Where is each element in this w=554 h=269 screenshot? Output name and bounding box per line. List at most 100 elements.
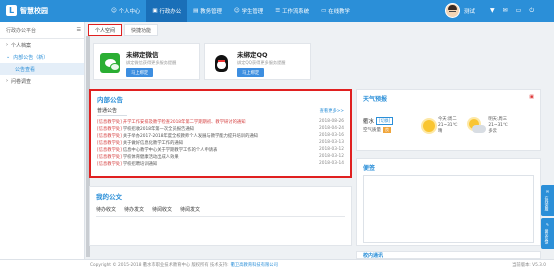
- mail-icon[interactable]: ✉: [503, 7, 508, 15]
- partly-cloudy-icon: [469, 119, 487, 133]
- announcement-link[interactable]: [信息教学处] 信息中心教学中心关于学期教学工作的个人申请表: [97, 147, 217, 153]
- more-link[interactable]: 查看更多>>: [320, 108, 344, 114]
- float-label: 在线客服: [545, 196, 550, 212]
- document-tab[interactable]: 待办发文: [124, 206, 144, 213]
- announcement-link[interactable]: [信息教学处] 开学工作安排及教学检查2018年第二学期期初、教学研讨的通知: [97, 119, 246, 125]
- nav-item-5[interactable]: ▭ 在线教学: [315, 0, 356, 22]
- chevron-right-icon: ›: [6, 78, 8, 84]
- sidebar-header: 行政办公平台 ☰: [0, 22, 84, 39]
- building-icon: ▣: [152, 8, 158, 14]
- user-name[interactable]: 测试: [464, 7, 475, 15]
- announcement-row[interactable]: [信息教学处] 学校招聘培训通知 2018-03-14: [97, 160, 344, 167]
- collapse-icon[interactable]: ☰: [77, 27, 81, 33]
- sidebar-subitem-view-announcements[interactable]: 公告查看: [0, 63, 84, 75]
- wechat-bind-button[interactable]: 马上绑定: [126, 68, 154, 77]
- feedback-icon: ✎: [545, 222, 550, 228]
- vendor-link[interactable]: 衢卫高教育科技有限公司: [231, 262, 278, 268]
- wechat-bind-card: 未绑定微信 绑定微信获得更多服务提醒 马上绑定: [93, 43, 200, 80]
- app-logo[interactable]: L 智慧校园: [6, 5, 48, 16]
- announcement-row[interactable]: [信息教学处] 信息中心教学中心关于学期教学工作的个人申请表 2018-03-12: [97, 146, 344, 153]
- qq-icon: [211, 53, 231, 73]
- sidebar-item-profile[interactable]: › 个人档案: [0, 39, 84, 51]
- air-quality-badge: 良: [383, 127, 391, 133]
- tab-quick-functions[interactable]: 快捷功能: [124, 24, 159, 36]
- sidebar-item-label: 个人档案: [11, 42, 32, 49]
- nav-item-4[interactable]: ☰ 工作流系统: [269, 0, 315, 22]
- announcements-panel: 内部公告 普通公告 查看更多>> [信息教学处] 开学工作安排及教学检查2018年…: [89, 89, 352, 178]
- sidebar-item-label: 问卷调查: [11, 78, 32, 85]
- online-service-button[interactable]: ✉ 在线客服: [541, 185, 554, 216]
- announcements-category[interactable]: 普通公告: [97, 107, 117, 114]
- book-icon: ▤: [193, 8, 199, 14]
- announcement-link[interactable]: [信息教学处] 学校招聘培训通知: [97, 161, 157, 167]
- top-bar: L 智慧校园 ☺ 个人中心 ▣ 行政办公 ▤ 教务管理 ☺ 学生管理 ☰ 工作流系统 ▭ 在线教学 测…: [0, 0, 554, 22]
- announcement-row[interactable]: [信息教学处] 开学工作安排及教学检查2018年第二学期期初、教学研讨的通知 201…: [97, 118, 344, 125]
- announcement-tag: [信息教学处]: [97, 147, 122, 153]
- announcement-tag: [信息教学处]: [97, 119, 122, 125]
- nav-item-0[interactable]: ☺ 个人中心: [105, 0, 146, 22]
- sun-icon: [423, 120, 435, 132]
- announcement-row[interactable]: [信息教学处] 关于举办2017-2018年度全校教师个人发展与教学能力提升培训的…: [97, 132, 344, 139]
- announcement-row[interactable]: [信息教学处] 学校体育健康活动出成人效果 2018-03-12: [97, 153, 344, 160]
- announcement-link[interactable]: [信息教学处] 学校招收2018年第一次全员报告通知: [97, 126, 194, 132]
- nav-item-1[interactable]: ▣ 行政办公: [146, 0, 188, 22]
- sidebar-subitem-label: 公告查看: [15, 66, 36, 73]
- announcement-link[interactable]: [信息教学处] 关于做好信息化教学工作的通知: [97, 140, 183, 146]
- document-tab[interactable]: 待阅发文: [180, 206, 200, 213]
- announcement-text: 学校体育健康活动出成人效果: [122, 154, 179, 160]
- announcements-title: 内部公告: [97, 96, 123, 104]
- user-icon: ☺: [111, 8, 117, 14]
- qq-bind-button[interactable]: 马上绑定: [237, 68, 265, 77]
- today-desc: 晴: [438, 129, 443, 134]
- floating-actions: ✉ 在线客服 ✎ 意见反馈: [541, 185, 554, 249]
- float-label: 意见反馈: [545, 229, 550, 245]
- announcement-tag: [信息教学处]: [97, 126, 122, 132]
- version-label: 当前版本: V5.3.0: [512, 262, 546, 268]
- announcement-date: 2018-03-12: [319, 147, 344, 152]
- document-tab[interactable]: 待阅收文: [152, 206, 172, 213]
- announcement-text: 学校招收2018年第一次全员报告通知: [122, 126, 194, 132]
- qq-bind-hint: 绑定QQ获得更多服务提醒: [237, 60, 286, 65]
- user-menu[interactable]: 测试: [445, 3, 475, 18]
- monitor-icon: ▭: [321, 8, 327, 14]
- tab-personal-space[interactable]: 个人空间: [88, 24, 123, 36]
- delete-icon[interactable]: ▣: [529, 94, 534, 103]
- announcement-date: 2018-03-14: [319, 161, 344, 166]
- sidebar-item-announcements[interactable]: ⌄ 内部公告（新）: [0, 51, 84, 63]
- wechat-bind-title: 未绑定微信: [126, 51, 159, 59]
- monitor-icon[interactable]: ▭: [516, 7, 522, 15]
- documents-tabs: 待办收文 待办发文 待阅收文 待阅发文: [96, 206, 345, 217]
- announcement-text: 开学工作安排及教学检查2018年第二学期期初、教学研讨的通知: [122, 119, 246, 125]
- weather-panel: 天气预报 ▣ 衢水 [切换] 空气质量 良 今天:周二 21~31℃ 晴 明天:…: [356, 89, 541, 151]
- announcement-date: 2018-03-16: [319, 133, 344, 138]
- announcement-text: 关于举办2017-2018年度全校教师个人发展与教学能力提升培训的通知: [122, 133, 258, 139]
- announcements-list: [信息教学处] 开学工作安排及教学检查2018年第二学期期初、教学研讨的通知 201…: [97, 118, 344, 167]
- bell-icon[interactable]: ▼: [490, 7, 495, 15]
- notes-textarea[interactable]: [363, 175, 534, 243]
- announcement-text: 关于做好信息化教学工作的通知: [122, 140, 183, 146]
- main-nav: ☺ 个人中心 ▣ 行政办公 ▤ 教务管理 ☺ 学生管理 ☰ 工作流系统 ▭ 在线教学: [105, 0, 356, 22]
- feedback-button[interactable]: ✎ 意见反馈: [541, 218, 554, 249]
- footer: Copyright © 2015-2018 衢水市职业技术教育中心 版权所有 技…: [0, 259, 554, 269]
- switch-city-button[interactable]: [切换]: [376, 117, 394, 125]
- avatar[interactable]: [445, 3, 460, 18]
- announcement-link[interactable]: [信息教学处] 关于举办2017-2018年度全校教师个人发展与教学能力提升培训的…: [97, 133, 258, 139]
- top-tools: ▼ ✉ ▭ ⏻: [490, 7, 534, 15]
- tab-label: 个人空间: [95, 27, 116, 34]
- document-tab[interactable]: 待办收文: [96, 206, 116, 213]
- announcement-date: 2018-08-26: [319, 119, 344, 124]
- announcement-link[interactable]: [信息教学处] 学校体育健康活动出成人效果: [97, 154, 179, 160]
- nav-item-2[interactable]: ▤ 教务管理: [187, 0, 228, 22]
- tomorrow-desc: 多云: [488, 129, 497, 134]
- power-icon[interactable]: ⏻: [529, 7, 534, 15]
- sidebar-item-survey[interactable]: › 问卷调查: [0, 75, 84, 87]
- air-quality-label: 空气质量: [363, 128, 381, 133]
- nav-item-3[interactable]: ☺ 学生管理: [228, 0, 269, 22]
- announcement-row[interactable]: [信息教学处] 学校招收2018年第一次全员报告通知 2018-04-24: [97, 125, 344, 132]
- announcement-row[interactable]: [信息教学处] 关于做好信息化教学工作的通知 2018-03-13: [97, 139, 344, 146]
- copyright: Copyright © 2015-2018 衢水市职业技术教育中心 版权所有 技…: [90, 262, 229, 268]
- workflow-icon: ☰: [275, 8, 281, 14]
- announcement-date: 2018-04-24: [319, 126, 344, 131]
- nav-label: 个人中心: [118, 9, 141, 15]
- sidebar-item-label: 内部公告（新）: [13, 54, 49, 61]
